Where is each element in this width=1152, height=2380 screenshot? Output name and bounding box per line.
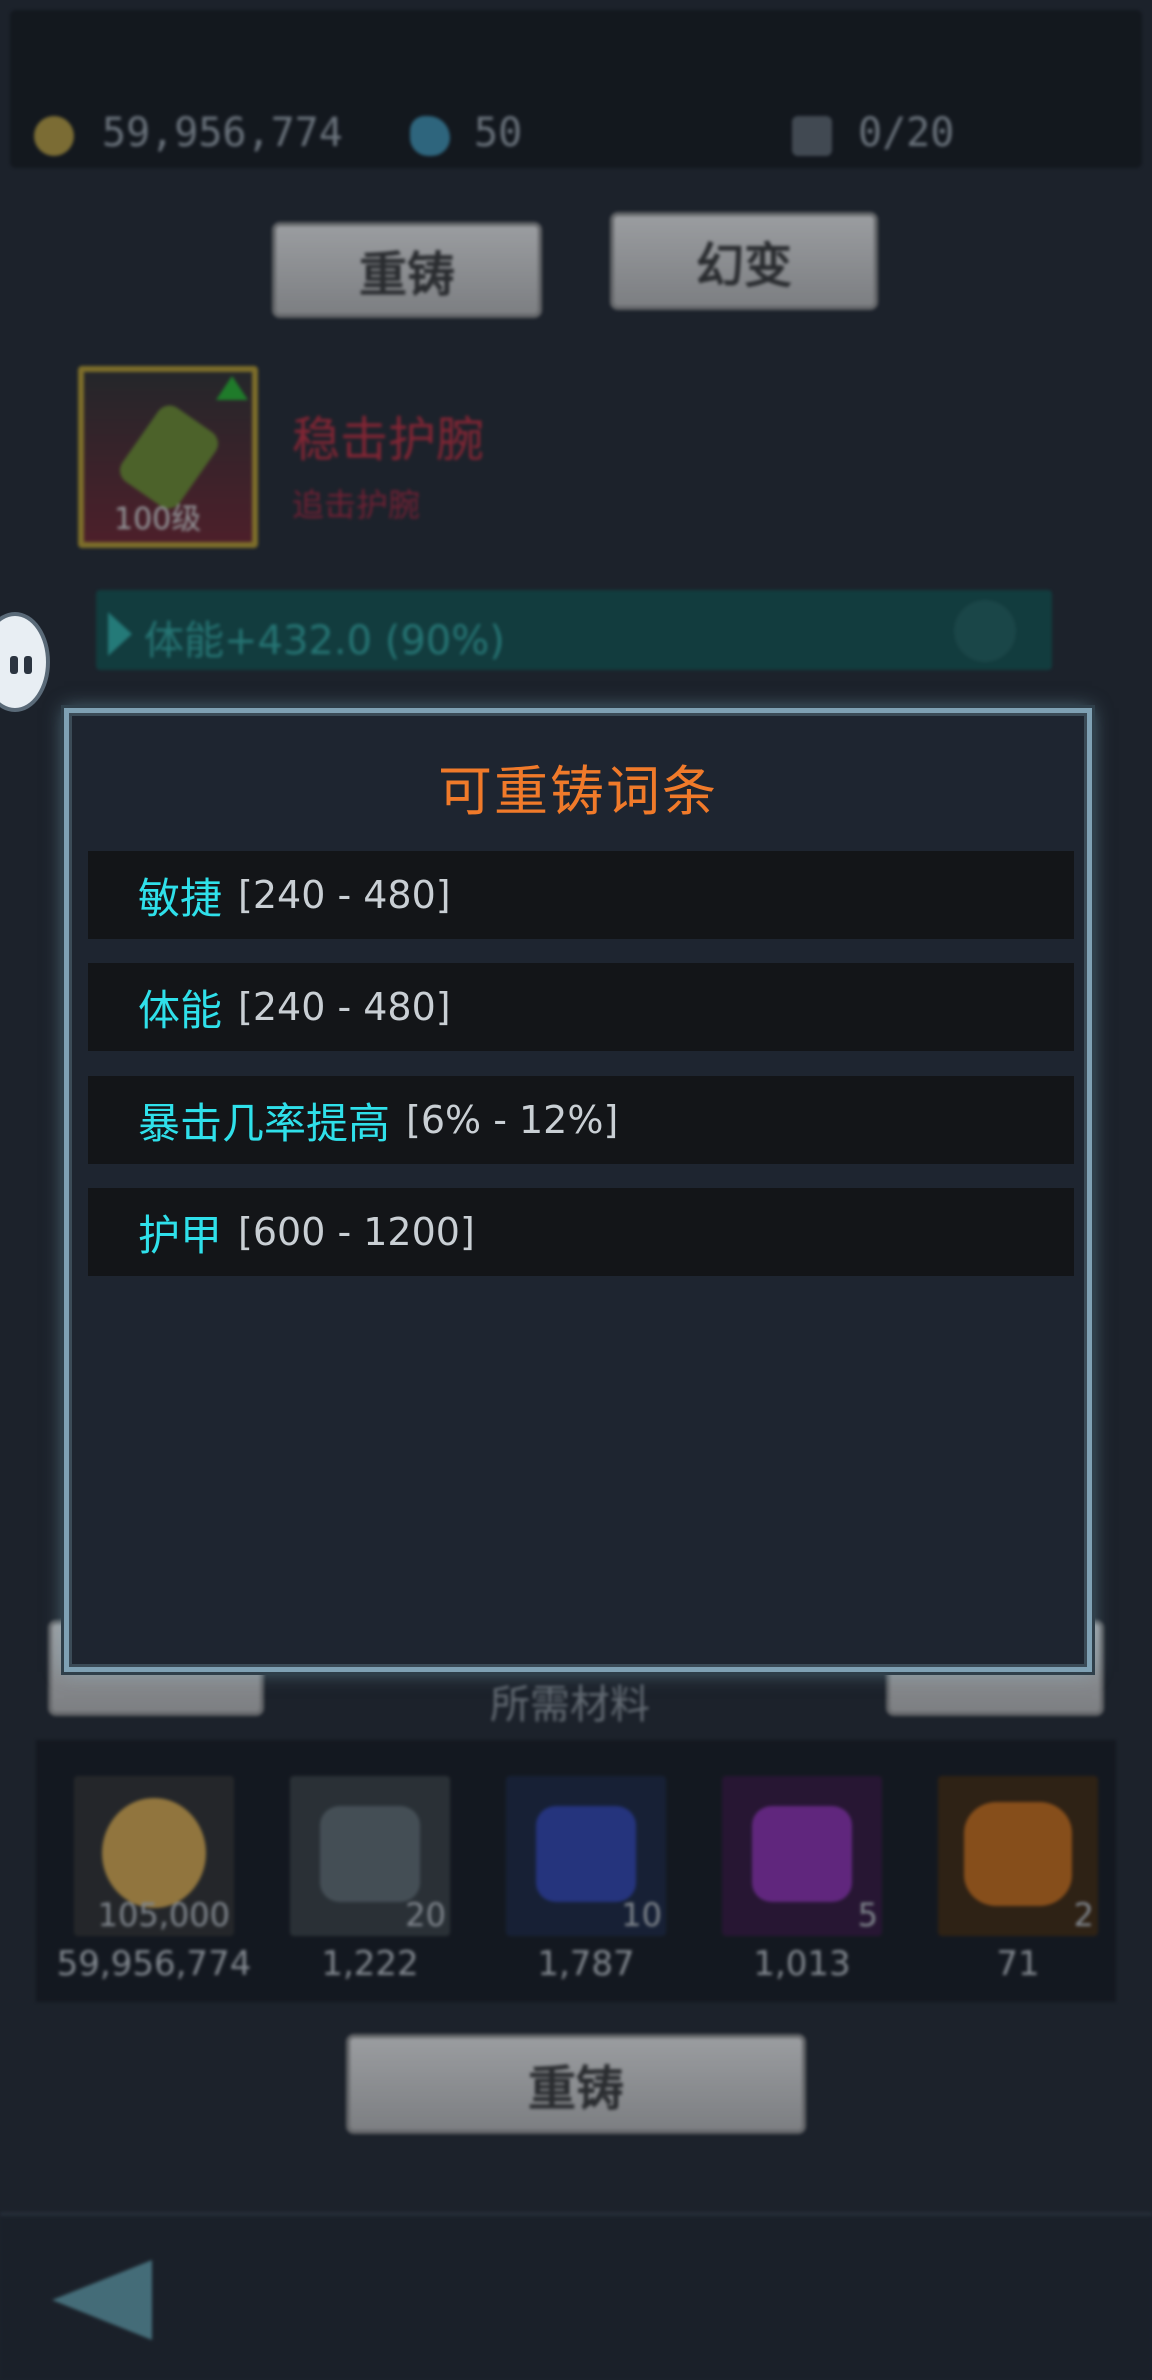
- stat-row: 敏捷 [240 - 480]: [88, 851, 1074, 939]
- bottom-nav: [0, 2212, 1152, 2380]
- reforgeable-stats-modal[interactable]: 可重铸词条 敏捷 [240 - 480] 体能 [240 - 480] 暴击几率…: [64, 708, 1092, 1672]
- material-need: 5: [857, 1896, 878, 1934]
- item-name: 稳击护腕: [292, 412, 485, 468]
- material-slot-blue[interactable]: 10: [506, 1776, 666, 1936]
- item-slot[interactable]: 100级: [78, 366, 258, 548]
- upgrade-arrow-icon: [216, 376, 248, 400]
- material-have: 59,956,774: [56, 1944, 252, 1984]
- reforge-tab-button[interactable]: 重铸: [272, 222, 542, 318]
- material-have: 71: [996, 1944, 1040, 1984]
- back-arrow-icon[interactable]: [52, 2260, 152, 2340]
- capacity-icon: [792, 116, 832, 156]
- gold-coin-icon: [34, 116, 74, 156]
- gold-amount: 59,956,774: [102, 110, 343, 156]
- gold-coin-icon: [102, 1798, 206, 1908]
- materials-label: 所需材料: [490, 1682, 650, 1728]
- material-slot-gold[interactable]: 105,000: [74, 1776, 234, 1936]
- info-icon[interactable]: [954, 600, 1016, 662]
- material-slot-orange[interactable]: 2: [938, 1776, 1098, 1936]
- stat-bar-text: 体能+432.0 (90%): [144, 618, 505, 664]
- blue-stone-icon: [536, 1806, 636, 1902]
- material-slot-gray[interactable]: 20: [290, 1776, 450, 1936]
- capacity-amount: 0/20: [858, 110, 955, 156]
- material-need: 2: [1073, 1896, 1094, 1934]
- stat-range: [240 - 480]: [238, 873, 451, 917]
- purple-stone-icon: [752, 1806, 852, 1902]
- item-level: 100级: [114, 502, 202, 537]
- orange-stone-icon: [964, 1802, 1072, 1906]
- material-need: 105,000: [97, 1896, 230, 1934]
- gray-stone-icon: [320, 1806, 420, 1902]
- stat-name: 护甲: [138, 1210, 223, 1260]
- stat-row: 护甲 [600 - 1200]: [88, 1188, 1074, 1276]
- modal-title: 可重铸词条: [438, 760, 718, 823]
- material-need: 10: [621, 1896, 662, 1934]
- reforge-button[interactable]: 重铸: [346, 2034, 806, 2134]
- stat-range: [6% - 12%]: [406, 1098, 619, 1142]
- material-slot-purple[interactable]: 5: [722, 1776, 882, 1936]
- stat-range: [240 - 480]: [238, 985, 451, 1029]
- stat-range: [600 - 1200]: [238, 1210, 475, 1254]
- gem-amount: 50: [474, 110, 523, 156]
- stat-name: 体能: [138, 985, 223, 1035]
- gem-icon: [410, 116, 450, 156]
- material-have: 1,222: [321, 1944, 419, 1984]
- item-subtitle: 追击护腕: [292, 486, 421, 524]
- material-have: 1,013: [753, 1944, 851, 1984]
- stat-name: 敏捷: [138, 873, 223, 923]
- stat-row: 体能 [240 - 480]: [88, 963, 1074, 1051]
- stat-name: 暴击几率提高: [138, 1098, 391, 1148]
- stat-row: 暴击几率提高 [6% - 12%]: [88, 1076, 1074, 1164]
- transform-tab-button[interactable]: 幻变: [610, 212, 878, 310]
- material-need: 20: [405, 1896, 446, 1934]
- play-arrow-icon: [108, 612, 132, 656]
- material-have: 1,787: [537, 1944, 635, 1984]
